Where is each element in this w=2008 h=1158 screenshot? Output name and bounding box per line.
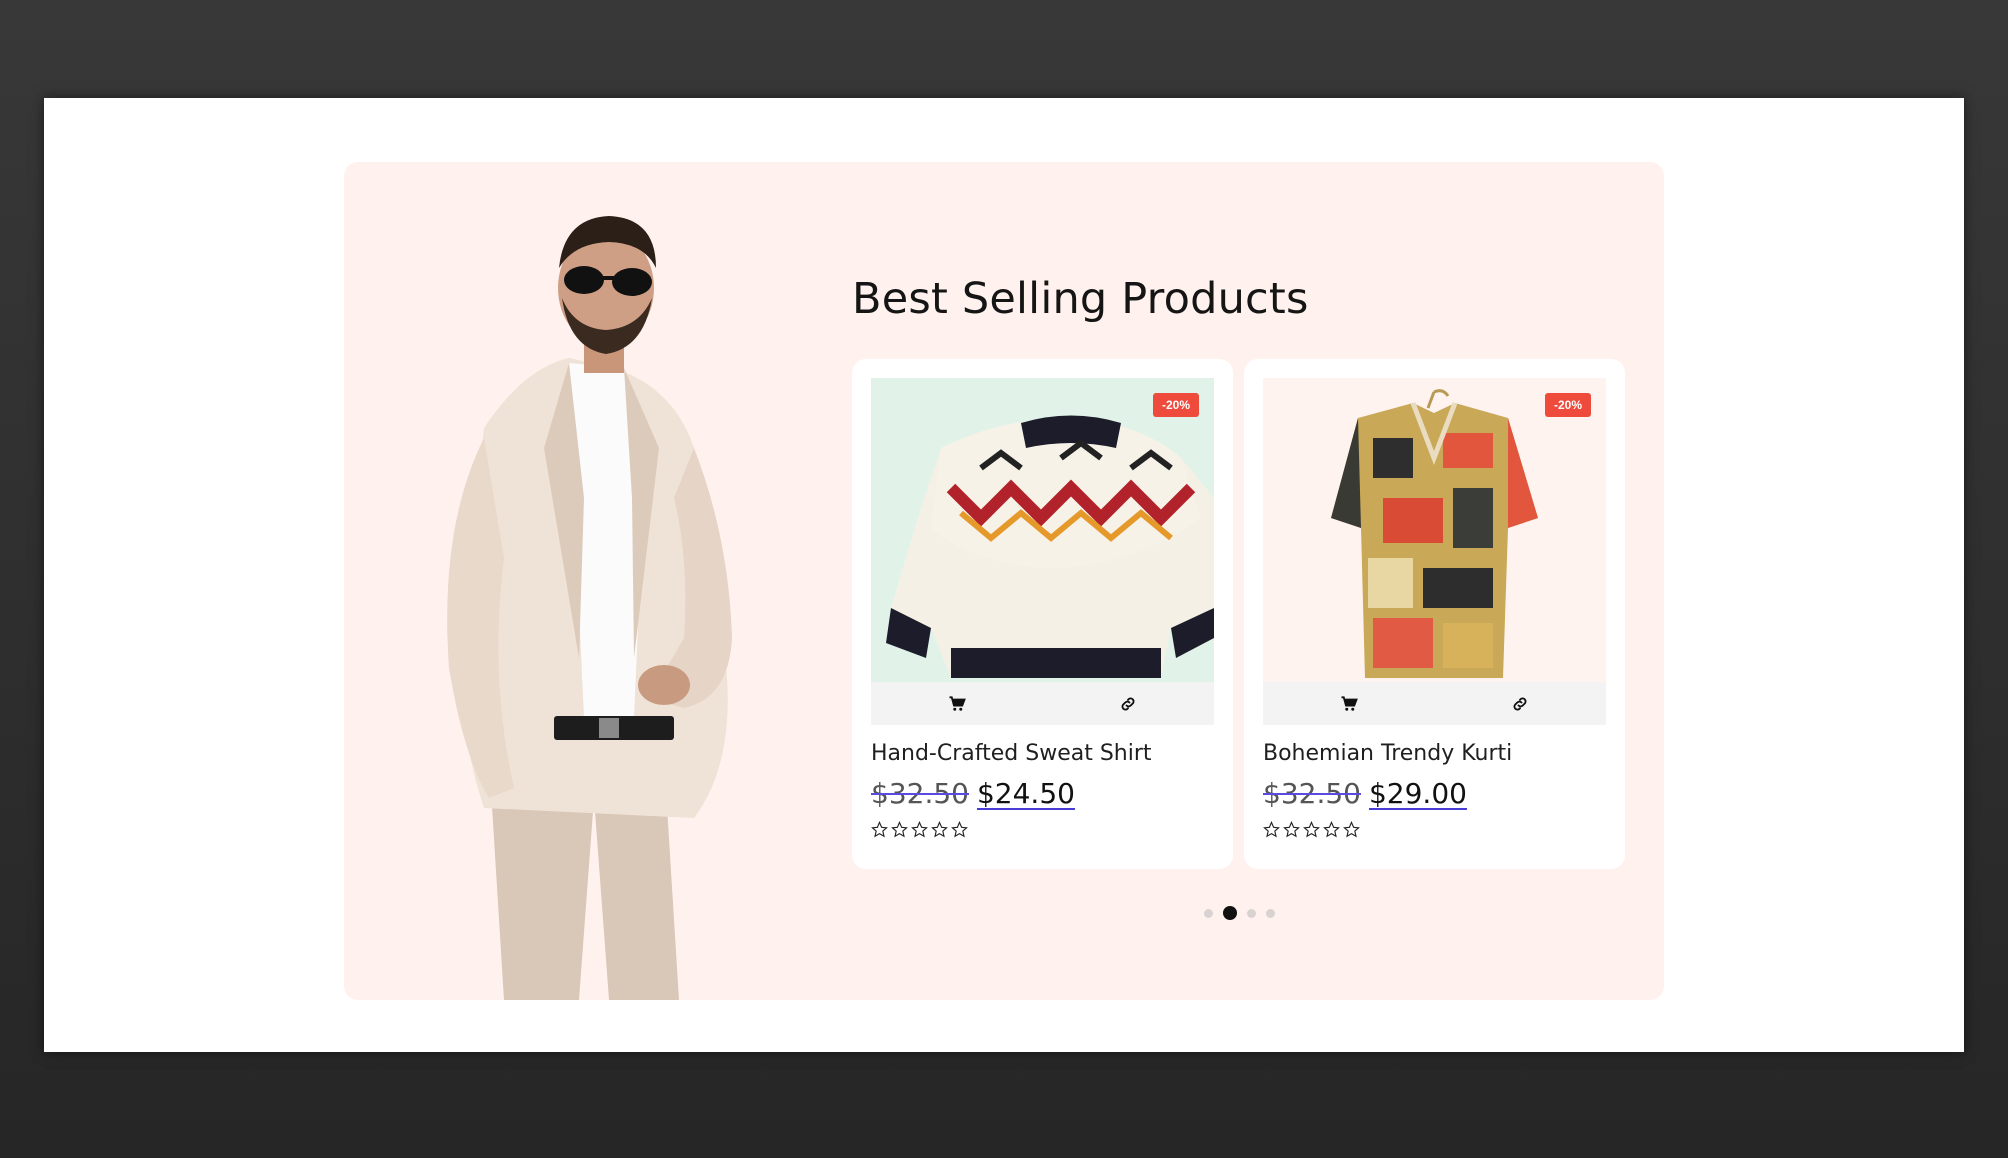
old-price: $32.50 [871,777,969,810]
add-to-cart-button[interactable] [1263,682,1435,725]
star-icon [1263,821,1280,838]
pagination-dot[interactable] [1266,908,1275,918]
star-icon [1303,821,1320,838]
copy-link-button[interactable] [1043,682,1215,725]
star-icon [911,821,928,838]
star-icon [871,821,888,838]
product-actions [871,682,1214,725]
new-price: $24.50 [976,777,1075,810]
star-icon [1343,821,1360,838]
discount-badge: -20% [1152,393,1199,417]
old-price: $32.50 [1263,777,1361,810]
carousel-pagination [1204,906,1275,920]
knit-sweater-image [886,415,1214,678]
product-name[interactable]: Bohemian Trendy Kurti [1263,741,1512,766]
patterned-shirt-image [1331,389,1538,678]
link-icon [1513,697,1527,710]
best-selling-section: Best Selling Products -20% Hand-Crafted … [344,162,1664,1000]
star-icon [1283,821,1300,838]
copy-link-button[interactable] [1435,682,1607,725]
product-card[interactable]: -20% Hand-Crafted Sweat Shirt $32.50 $24.… [852,359,1233,869]
star-icon [931,821,948,838]
cart-icon [1341,695,1358,711]
section-title: Best Selling Products [852,274,1309,324]
price-row: $32.50 $24.50 [871,777,1075,810]
product-image[interactable]: -20% [1263,378,1606,682]
add-to-cart-button[interactable] [871,682,1043,725]
new-price: $29.00 [1368,777,1467,810]
page-viewport: Best Selling Products -20% Hand-Crafted … [44,98,1964,1052]
model-photo [447,216,732,1000]
product-image[interactable]: -20% [871,378,1214,682]
star-icon [951,821,968,838]
star-rating [871,821,968,838]
star-rating [1263,821,1360,838]
star-icon [1323,821,1340,838]
link-icon [1121,697,1135,710]
pagination-dot-active[interactable] [1223,906,1237,920]
pagination-dot[interactable] [1247,908,1256,918]
discount-badge: -20% [1544,393,1591,417]
cart-icon [949,695,966,711]
product-name[interactable]: Hand-Crafted Sweat Shirt [871,741,1152,766]
product-actions [1263,682,1606,725]
product-card[interactable]: -20% Bohemian Trendy Kurti $32.50 $29.00 [1244,359,1625,869]
star-icon [891,821,908,838]
price-row: $32.50 $29.00 [1263,777,1467,810]
pagination-dot[interactable] [1204,908,1213,918]
